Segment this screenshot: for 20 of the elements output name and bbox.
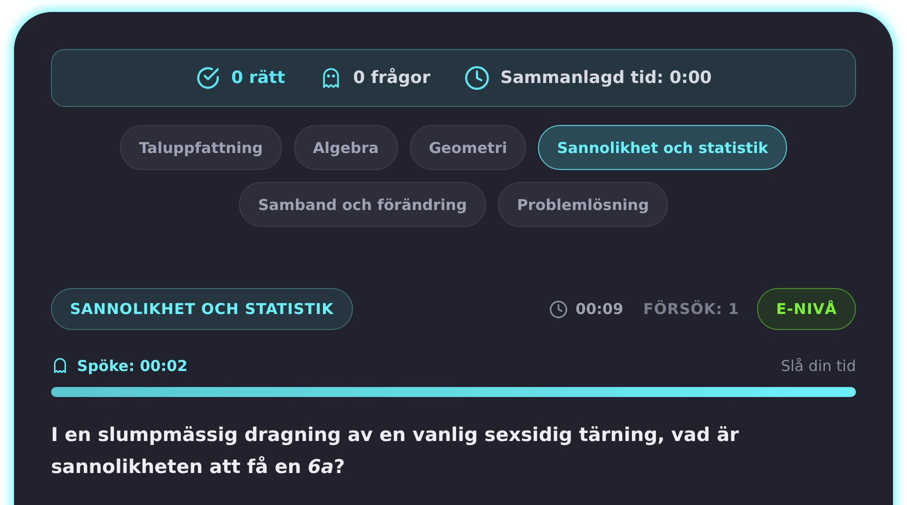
category-badge: SANNOLIKHET OCH STATISTIK — [51, 288, 353, 330]
question-timer: 00:09 — [576, 300, 624, 318]
category-tab[interactable]: Taluppfattning — [120, 125, 282, 170]
ghost-icon — [51, 356, 69, 375]
check-circle-icon — [195, 65, 222, 91]
total-time: Sammanlagd tid: 0:00 — [500, 68, 712, 88]
category-tab[interactable]: Geometri — [410, 125, 526, 170]
level-badge: E-NIVÅ — [757, 288, 856, 330]
question-text: I en slumpmässig dragning av en vanlig sexsidig tärning, vad är sannolikheten att få en 6a? — [51, 423, 740, 480]
question-count: 0 frågor — [353, 68, 430, 88]
clock-icon — [464, 65, 490, 91]
beat-time-hint: Slå din tid — [780, 356, 856, 374]
category-tab[interactable]: Algebra — [294, 125, 398, 170]
category-tab[interactable]: Samband och förändring — [239, 182, 486, 227]
ghost-time: Spöke: 00:02 — [77, 356, 188, 374]
correct-count: 0 rätt — [231, 68, 286, 88]
category-tab[interactable]: Sannolikhet och statistik — [538, 125, 788, 170]
clock-icon — [548, 300, 568, 318]
attempts-label: FÖRSÖK: 1 — [643, 300, 740, 318]
category-tab[interactable]: Problemlösning — [498, 182, 668, 227]
